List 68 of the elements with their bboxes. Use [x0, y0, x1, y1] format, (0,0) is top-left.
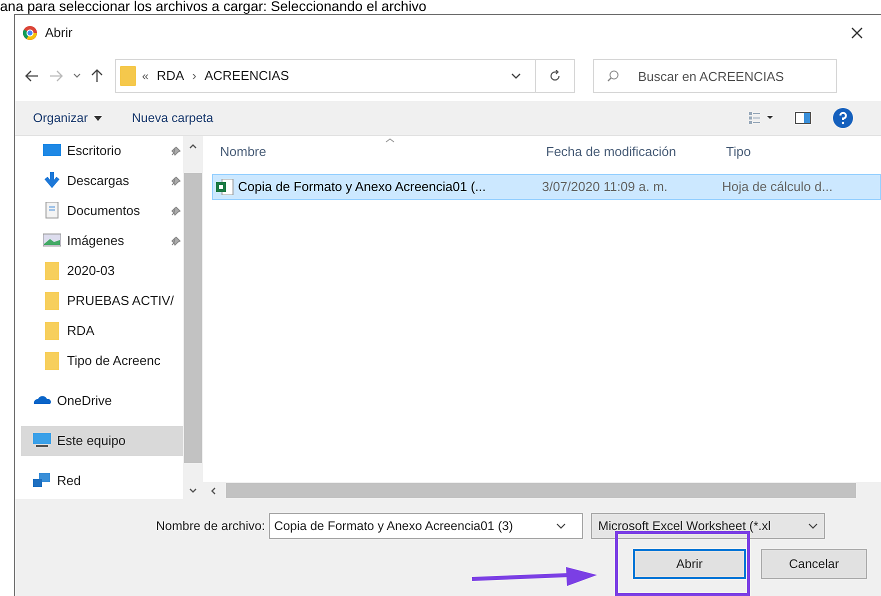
- view-options-icon[interactable]: [749, 112, 775, 124]
- nav-item[interactable]: Imágenes: [21, 226, 185, 256]
- search-icon: [607, 70, 619, 82]
- open-button[interactable]: Abrir: [633, 549, 746, 579]
- organize-menu-button[interactable]: Organizar: [33, 108, 102, 128]
- scroll-down-icon[interactable]: [189, 488, 197, 493]
- nav-item[interactable]: Red: [21, 466, 185, 496]
- nav-item[interactable]: RDA: [21, 316, 185, 346]
- up-arrow-icon[interactable]: [91, 69, 103, 83]
- file-name-field[interactable]: Copia de Formato y Anexo Acreencia01 (3): [269, 513, 584, 539]
- pin-icon[interactable]: [171, 176, 181, 186]
- scrollbar-thumb[interactable]: [226, 483, 856, 498]
- scroll-left-icon[interactable]: [211, 486, 216, 494]
- download-icon: [43, 172, 61, 190]
- nav-item[interactable]: Escritorio: [21, 136, 185, 166]
- horizontal-scrollbar[interactable]: [203, 482, 881, 499]
- address-bar[interactable]: « RDA › ACREENCIAS: [115, 59, 575, 93]
- nav-item[interactable]: Descargas: [21, 166, 185, 196]
- file-name-label: Nombre de archivo:: [156, 518, 266, 535]
- breadcrumb-item[interactable]: RDA: [156, 66, 184, 86]
- chevron-down-icon[interactable]: [73, 73, 81, 79]
- computer-icon: [33, 432, 51, 450]
- nav-item[interactable]: 2020-03: [21, 256, 185, 286]
- search-field[interactable]: Buscar en ACREENCIAS: [593, 59, 837, 93]
- chevron-down-icon[interactable]: [556, 523, 566, 529]
- table-cell-text: Copia de Formato y Anexo Acreencia01 (...: [238, 178, 486, 196]
- caption-text: ana para seleccionar los archivos a cargar: Seleccionando el archivo: [0, 0, 428, 14]
- nav-item[interactable]: Este equipo: [21, 426, 185, 456]
- nav-item[interactable]: PRUEBAS ACTIV/: [21, 286, 185, 316]
- column-header[interactable]: Nombre: [215, 142, 541, 162]
- folder-icon: [43, 292, 61, 310]
- folder-icon: [43, 262, 61, 280]
- file-row[interactable]: Copia de Formato y Anexo Acreencia01 (... 3/07/2020 11:09 a. m. Hoja de cálculo d...: [212, 174, 881, 200]
- caret-icon: [94, 116, 102, 120]
- chevron-down-icon[interactable]: [511, 73, 521, 79]
- breadcrumb-item[interactable]: ACREENCIAS: [204, 66, 290, 86]
- vertical-scrollbar[interactable]: [183, 136, 203, 499]
- folder-icon: [43, 322, 61, 340]
- help-icon[interactable]: [833, 108, 853, 128]
- window-title: Abrir: [45, 24, 72, 42]
- chevron-down-icon: [808, 523, 818, 529]
- back-arrow-icon[interactable]: [25, 70, 39, 82]
- folder-icon: [120, 66, 136, 86]
- nav-item[interactable]: Documentos: [21, 196, 185, 226]
- table-cell-text: Hoja de cálculo d...: [722, 178, 833, 196]
- breadcrumb-overflow[interactable]: «: [142, 67, 149, 85]
- pin-icon[interactable]: [171, 236, 181, 246]
- pin-icon[interactable]: [171, 206, 181, 216]
- nav-item[interactable]: OneDrive: [21, 386, 185, 416]
- column-header[interactable]: Tipo: [721, 142, 881, 162]
- scrollbar-thumb[interactable]: [184, 173, 202, 463]
- documents-icon: [43, 202, 61, 220]
- scroll-up-icon[interactable]: [189, 144, 197, 149]
- file-type-dropdown[interactable]: Microsoft Excel Worksheet (*.xl: [591, 513, 826, 539]
- refresh-icon: [549, 70, 561, 82]
- pin-icon[interactable]: [171, 146, 181, 156]
- browser-logo-icon: [23, 26, 37, 40]
- close-icon[interactable]: [851, 27, 863, 39]
- preview-pane-icon[interactable]: [795, 112, 811, 124]
- spreadsheet-file-icon: [216, 179, 234, 195]
- folder-icon: [43, 352, 61, 370]
- nav-item[interactable]: Tipo de Acreenc: [21, 346, 185, 376]
- cancel-button[interactable]: Cancelar: [761, 549, 867, 579]
- new-folder-button[interactable]: Nueva carpeta: [132, 108, 214, 128]
- table-cell-text: 3/07/2020 11:09 a. m.: [542, 178, 668, 196]
- breadcrumb-separator: ›: [192, 67, 196, 86]
- network-icon: [33, 472, 51, 490]
- column-header[interactable]: Fecha de modificación: [541, 142, 721, 162]
